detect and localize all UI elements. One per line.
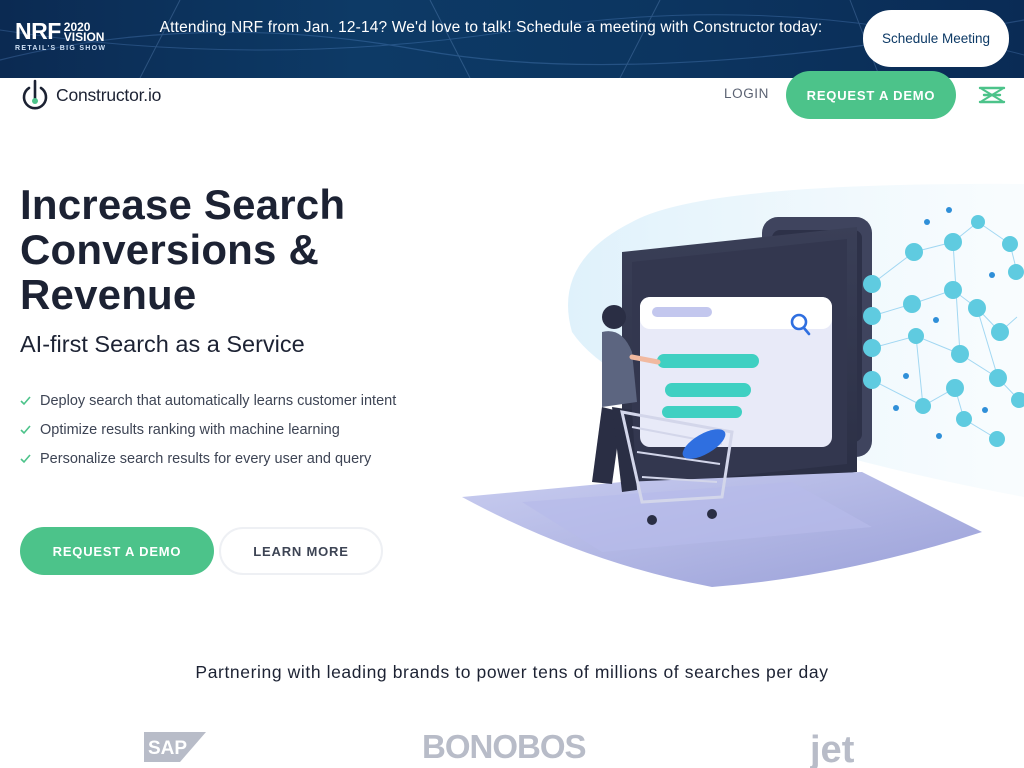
nrf-vision-logo[interactable]: NRF 2020 VISION RETAIL'S BIG SHOW: [15, 20, 130, 60]
learn-more-button[interactable]: LEARN MORE: [219, 527, 383, 575]
hero-request-demo-button[interactable]: REQUEST A DEMO: [20, 527, 214, 575]
feature-text: Personalize search results for every use…: [40, 450, 372, 467]
logo-text: Constructor.io: [56, 84, 162, 105]
feature-text: Optimize results ranking with machine le…: [40, 421, 340, 438]
menu-icon[interactable]: [978, 84, 1006, 106]
feature-item: Personalize search results for every use…: [20, 444, 396, 473]
check-icon: [20, 396, 31, 406]
partners-heading: Partnering with leading brands to power …: [195, 662, 829, 682]
feature-item: Deploy search that automatically learns …: [20, 386, 396, 415]
schedule-meeting-button[interactable]: Schedule Meeting: [863, 10, 1009, 67]
banner-message: Attending NRF from Jan. 12-14? We'd love…: [159, 19, 823, 36]
check-icon: [20, 454, 31, 464]
feature-list: Deploy search that automatically learns …: [20, 386, 396, 473]
sap-logo: SAP: [144, 732, 206, 762]
constructor-logo[interactable]: Constructor.io: [20, 79, 161, 111]
feature-item: Optimize results ranking with machine le…: [20, 415, 396, 444]
hero-illustration: [462, 183, 1024, 587]
hero-title: Increase Search Conversions & Revenue: [20, 181, 346, 318]
nrf-logo-tagline: RETAIL'S BIG SHOW: [15, 45, 107, 52]
login-link[interactable]: LOGIN: [724, 86, 769, 101]
bonobos-logo: BONOBOS: [422, 728, 587, 765]
hero-subtitle: AI-first Search as a Service: [20, 331, 305, 357]
jet-logo-text: jet: [810, 729, 855, 768]
nrf-logo-word: VISION: [63, 30, 105, 44]
jet-logo: jet: [810, 729, 855, 768]
nrf-logo-main: NRF: [15, 18, 61, 44]
sap-logo-text: SAP: [148, 738, 187, 759]
announcement-banner: NRF 2020 VISION RETAIL'S BIG SHOW Attend…: [0, 0, 1024, 78]
feature-text: Deploy search that automatically learns …: [40, 392, 397, 409]
power-icon: [22, 79, 48, 110]
nav-request-demo-button[interactable]: REQUEST A DEMO: [786, 71, 956, 119]
check-icon: [20, 425, 31, 435]
bonobos-logo-text: BONOBOS: [422, 728, 586, 765]
